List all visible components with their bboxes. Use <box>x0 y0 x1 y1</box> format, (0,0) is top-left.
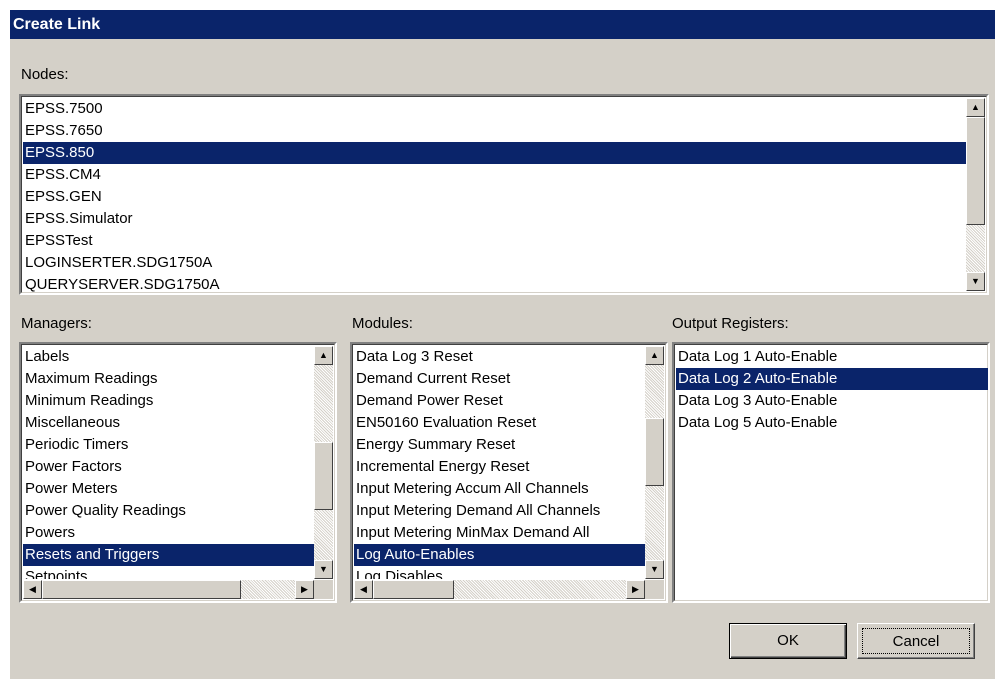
nodes-label: Nodes: <box>21 66 69 83</box>
nodes-list: EPSS.7500 EPSS.7650 EPSS.850 EPSS.CM4 EPSS.G… <box>23 98 967 292</box>
managers-item[interactable]: Power Meters <box>23 478 315 500</box>
modules-item[interactable]: Demand Power Reset <box>354 390 646 412</box>
ok-button[interactable]: OK <box>729 623 847 659</box>
managers-item[interactable]: Miscellaneous <box>23 412 315 434</box>
modules-horizontal-scrollbar[interactable]: ◀ ▶ <box>354 580 645 599</box>
modules-item[interactable]: Data Log 3 Reset <box>354 346 646 368</box>
nodes-item[interactable]: EPSSTest <box>23 230 967 252</box>
modules-listbox[interactable]: Data Log 3 Reset Demand Current Reset Dema… <box>350 342 668 603</box>
output-registers-label: Output Registers: <box>672 315 789 332</box>
dialog-title: Create Link <box>10 10 995 39</box>
output-registers-listbox[interactable]: Data Log 1 Auto-Enable Data Log 2 Auto-En… <box>672 342 990 603</box>
modules-item[interactable]: Incremental Energy Reset <box>354 456 646 478</box>
modules-scroll-thumb[interactable] <box>645 418 664 486</box>
arrow-up-icon[interactable]: ▲ <box>966 98 985 117</box>
nodes-vertical-scrollbar[interactable]: ▲ ▼ <box>966 98 985 291</box>
modules-item[interactable]: Demand Current Reset <box>354 368 646 390</box>
managers-item[interactable]: Power Quality Readings <box>23 500 315 522</box>
nodes-item[interactable]: EPSS.7500 <box>23 98 967 120</box>
cancel-button-label: Cancel <box>862 628 970 654</box>
modules-label: Modules: <box>352 315 413 332</box>
managers-horizontal-scrollbar[interactable]: ◀ ▶ <box>23 580 314 599</box>
managers-label: Managers: <box>21 315 92 332</box>
output-registers-item[interactable]: Data Log 1 Auto-Enable <box>676 346 988 368</box>
modules-item[interactable]: Input Metering Accum All Channels <box>354 478 646 500</box>
create-link-dialog: Create Link Nodes: EPSS.7500 EPSS.7650 EPS… <box>10 10 995 679</box>
arrow-right-icon[interactable]: ▶ <box>295 580 314 599</box>
arrow-up-icon[interactable]: ▲ <box>645 346 664 365</box>
arrow-right-icon[interactable]: ▶ <box>626 580 645 599</box>
nodes-item[interactable]: LOGINSERTER.SDG1750A <box>23 252 967 274</box>
arrow-left-icon[interactable]: ◀ <box>23 580 42 599</box>
arrow-up-icon[interactable]: ▲ <box>314 346 333 365</box>
modules-item[interactable]: Energy Summary Reset <box>354 434 646 456</box>
nodes-item[interactable]: EPSS.Simulator <box>23 208 967 230</box>
nodes-item[interactable]: EPSS.7650 <box>23 120 967 142</box>
nodes-item[interactable]: EPSS.CM4 <box>23 164 967 186</box>
arrow-down-icon[interactable]: ▼ <box>966 272 985 291</box>
modules-list: Data Log 3 Reset Demand Current Reset Dema… <box>354 346 646 579</box>
managers-item[interactable]: Powers <box>23 522 315 544</box>
managers-item[interactable]: Maximum Readings <box>23 368 315 390</box>
arrow-down-icon[interactable]: ▼ <box>314 560 333 579</box>
scroll-corner <box>645 580 664 599</box>
managers-listbox[interactable]: Labels Maximum Readings Minimum Readings Mi… <box>19 342 337 603</box>
managers-scroll-thumb[interactable] <box>314 442 333 510</box>
modules-item[interactable]: EN50160 Evaluation Reset <box>354 412 646 434</box>
output-registers-item[interactable]: Data Log 2 Auto-Enable <box>676 368 988 390</box>
modules-item[interactable]: Log Auto-Enables <box>354 544 646 566</box>
managers-item[interactable]: Resets and Triggers <box>23 544 315 566</box>
output-registers-item[interactable]: Data Log 3 Auto-Enable <box>676 390 988 412</box>
arrow-down-icon[interactable]: ▼ <box>645 560 664 579</box>
nodes-scroll-thumb[interactable] <box>966 117 985 225</box>
nodes-listbox[interactable]: EPSS.7500 EPSS.7650 EPSS.850 EPSS.CM4 EPSS.G… <box>19 94 989 295</box>
managers-hscroll-thumb[interactable] <box>42 580 241 599</box>
output-registers-list: Data Log 1 Auto-Enable Data Log 2 Auto-En… <box>676 346 988 601</box>
arrow-left-icon[interactable]: ◀ <box>354 580 373 599</box>
modules-item[interactable]: Input Metering MinMax Demand All <box>354 522 646 544</box>
modules-vertical-scrollbar[interactable]: ▲ ▼ <box>645 346 664 579</box>
cancel-button[interactable]: Cancel <box>857 623 975 659</box>
managers-item[interactable]: Setpoints <box>23 566 315 579</box>
managers-list: Labels Maximum Readings Minimum Readings Mi… <box>23 346 315 579</box>
managers-item[interactable]: Labels <box>23 346 315 368</box>
output-registers-item[interactable]: Data Log 5 Auto-Enable <box>676 412 988 434</box>
managers-item[interactable]: Power Factors <box>23 456 315 478</box>
managers-vertical-scrollbar[interactable]: ▲ ▼ <box>314 346 333 579</box>
nodes-item[interactable]: EPSS.850 <box>23 142 967 164</box>
scroll-corner <box>314 580 333 599</box>
managers-item[interactable]: Minimum Readings <box>23 390 315 412</box>
modules-item[interactable]: Log Disables <box>354 566 646 579</box>
ok-button-label: OK <box>777 632 799 649</box>
modules-item[interactable]: Input Metering Demand All Channels <box>354 500 646 522</box>
nodes-item[interactable]: EPSS.GEN <box>23 186 967 208</box>
nodes-item[interactable]: QUERYSERVER.SDG1750A <box>23 274 967 292</box>
modules-hscroll-thumb[interactable] <box>373 580 454 599</box>
managers-item[interactable]: Periodic Timers <box>23 434 315 456</box>
